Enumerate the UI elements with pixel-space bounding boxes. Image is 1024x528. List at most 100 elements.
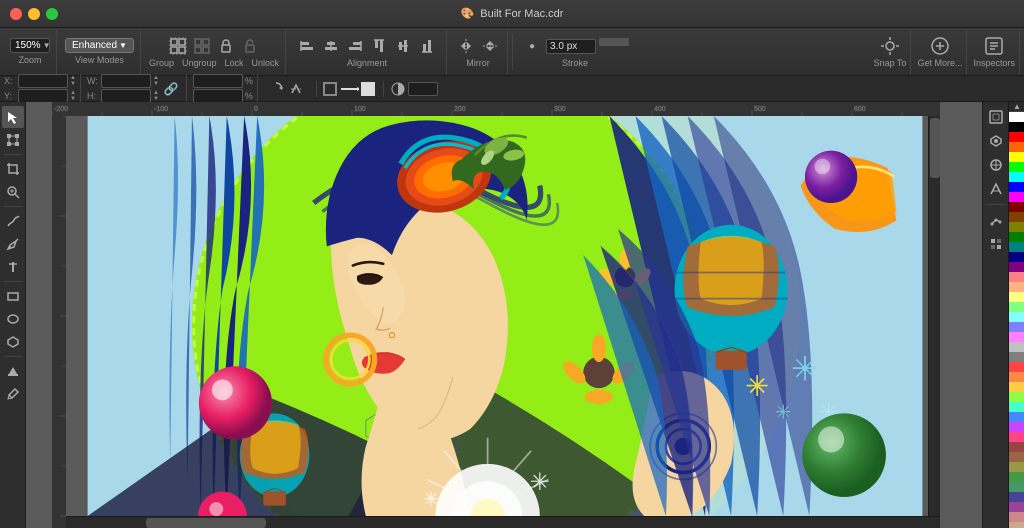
palette-color-swatch[interactable]: [1009, 152, 1024, 162]
palette-color-swatch[interactable]: [1009, 132, 1024, 142]
right-tool-5[interactable]: [985, 209, 1007, 231]
lock-aspect-icon[interactable]: 🔗: [164, 82, 179, 96]
palette-color-swatch[interactable]: [1009, 382, 1024, 392]
palette-color-swatch[interactable]: [1009, 502, 1024, 512]
right-tool-4[interactable]: [985, 178, 1007, 200]
get-more-icon[interactable]: [929, 35, 951, 57]
mirror-h-button[interactable]: [455, 35, 477, 57]
lock-button[interactable]: [215, 35, 237, 57]
palette-color-swatch[interactable]: [1009, 282, 1024, 292]
unlock-button[interactable]: [239, 35, 261, 57]
palette-color-swatch[interactable]: [1009, 212, 1024, 222]
crop-tool[interactable]: [2, 158, 24, 180]
palette-color-swatch[interactable]: [1009, 262, 1024, 272]
y-input[interactable]: 205.655: [18, 89, 68, 103]
palette-color-swatch[interactable]: [1009, 322, 1024, 332]
palette-color-swatch[interactable]: [1009, 192, 1024, 202]
rect-tool[interactable]: [2, 285, 24, 307]
right-tool-1[interactable]: [985, 106, 1007, 128]
palette-color-swatch[interactable]: [1009, 202, 1024, 212]
palette-color-swatch[interactable]: [1009, 112, 1024, 122]
pen-tool[interactable]: [2, 233, 24, 255]
palette-color-swatch[interactable]: [1009, 242, 1024, 252]
snap-to-icon[interactable]: [879, 35, 901, 57]
mirror-v-button[interactable]: [479, 35, 501, 57]
palette-color-swatch[interactable]: [1009, 492, 1024, 502]
close-button[interactable]: [10, 8, 22, 20]
x-input[interactable]: 298.535: [18, 74, 68, 88]
palette-color-swatch[interactable]: [1009, 462, 1024, 472]
v-scrollbar[interactable]: [928, 116, 940, 516]
palette-color-swatch[interactable]: [1009, 442, 1024, 452]
fill-tool[interactable]: [2, 360, 24, 382]
stroke-end-selector[interactable]: [599, 47, 629, 55]
artwork-canvas[interactable]: [40, 116, 970, 516]
palette-color-swatch[interactable]: [1009, 342, 1024, 352]
palette-color-swatch[interactable]: [1009, 402, 1024, 412]
palette-color-swatch[interactable]: [1009, 512, 1024, 522]
palette-color-swatch[interactable]: [1009, 412, 1024, 422]
palette-color-swatch[interactable]: [1009, 222, 1024, 232]
x-stepper[interactable]: ▲ ▼: [70, 75, 76, 87]
palette-color-swatch[interactable]: [1009, 332, 1024, 342]
stroke-thickness-selector[interactable]: [339, 81, 359, 97]
palette-color-swatch[interactable]: [1009, 422, 1024, 432]
eyedropper-tool[interactable]: [2, 383, 24, 405]
select-tool[interactable]: [2, 106, 24, 128]
ungroup-button[interactable]: [191, 35, 213, 57]
align-center-button[interactable]: [320, 35, 342, 57]
palette-color-swatch[interactable]: [1009, 352, 1024, 362]
align-left-button[interactable]: [296, 35, 318, 57]
artwork-container[interactable]: [26, 102, 982, 528]
rotation-icon[interactable]: [268, 81, 284, 97]
right-tool-3[interactable]: [985, 154, 1007, 176]
canvas-area[interactable]: -200 -100 0 100 200 300 400 500: [26, 102, 982, 528]
h-stepper[interactable]: ▲ ▼: [153, 90, 159, 102]
palette-color-swatch[interactable]: [1009, 172, 1024, 182]
palette-scroll-up[interactable]: ▲: [1009, 102, 1024, 112]
palette-color-swatch[interactable]: [1009, 432, 1024, 442]
h-input[interactable]: 0.0: [101, 89, 151, 103]
palette-color-swatch[interactable]: [1009, 372, 1024, 382]
v-scroll-thumb[interactable]: [930, 118, 940, 178]
y-stepper[interactable]: ▲ ▼: [70, 90, 76, 102]
freehand-tool[interactable]: [2, 210, 24, 232]
palette-color-swatch[interactable]: [1009, 482, 1024, 492]
align-middle-button[interactable]: [392, 35, 414, 57]
palette-color-swatch[interactable]: [1009, 122, 1024, 132]
right-tool-6[interactable]: [985, 233, 1007, 255]
palette-color-swatch[interactable]: [1009, 162, 1024, 172]
align-right-button[interactable]: [344, 35, 366, 57]
view-modes-button[interactable]: Enhanced ▼: [65, 38, 134, 53]
w-stepper[interactable]: ▲ ▼: [153, 75, 159, 87]
palette-color-swatch[interactable]: [1009, 252, 1024, 262]
palette-color-swatch[interactable]: [1009, 522, 1024, 528]
h-scrollbar[interactable]: [66, 516, 940, 528]
maximize-button[interactable]: [46, 8, 58, 20]
palette-color-swatch[interactable]: [1009, 452, 1024, 462]
inspectors-icon[interactable]: [983, 35, 1005, 57]
align-bottom-button[interactable]: [416, 35, 438, 57]
palette-color-swatch[interactable]: [1009, 142, 1024, 152]
palette-color-swatch[interactable]: [1009, 182, 1024, 192]
text-tool[interactable]: [2, 256, 24, 278]
palette-color-swatch[interactable]: [1009, 472, 1024, 482]
palette-color-swatch[interactable]: [1009, 272, 1024, 282]
minimize-button[interactable]: [28, 8, 40, 20]
opacity-input[interactable]: 50: [408, 82, 438, 96]
zoom-display[interactable]: 150% ▼: [10, 38, 50, 53]
scale-y-input[interactable]: 100.0: [193, 89, 243, 103]
palette-color-swatch[interactable]: [1009, 392, 1024, 402]
ellipse-tool[interactable]: [2, 308, 24, 330]
palette-color-swatch[interactable]: [1009, 362, 1024, 372]
h-scroll-thumb[interactable]: [146, 518, 266, 528]
palette-color-swatch[interactable]: [1009, 302, 1024, 312]
skew-icon[interactable]: [288, 81, 304, 97]
align-top-button[interactable]: [368, 35, 390, 57]
palette-color-swatch[interactable]: [1009, 312, 1024, 322]
right-tool-2[interactable]: [985, 130, 1007, 152]
w-input[interactable]: 0.0: [101, 74, 151, 88]
fill-color-indicator[interactable]: [361, 82, 375, 96]
stroke-width-input[interactable]: 3.0 px: [546, 39, 596, 54]
stroke-style-selector[interactable]: [599, 38, 629, 46]
